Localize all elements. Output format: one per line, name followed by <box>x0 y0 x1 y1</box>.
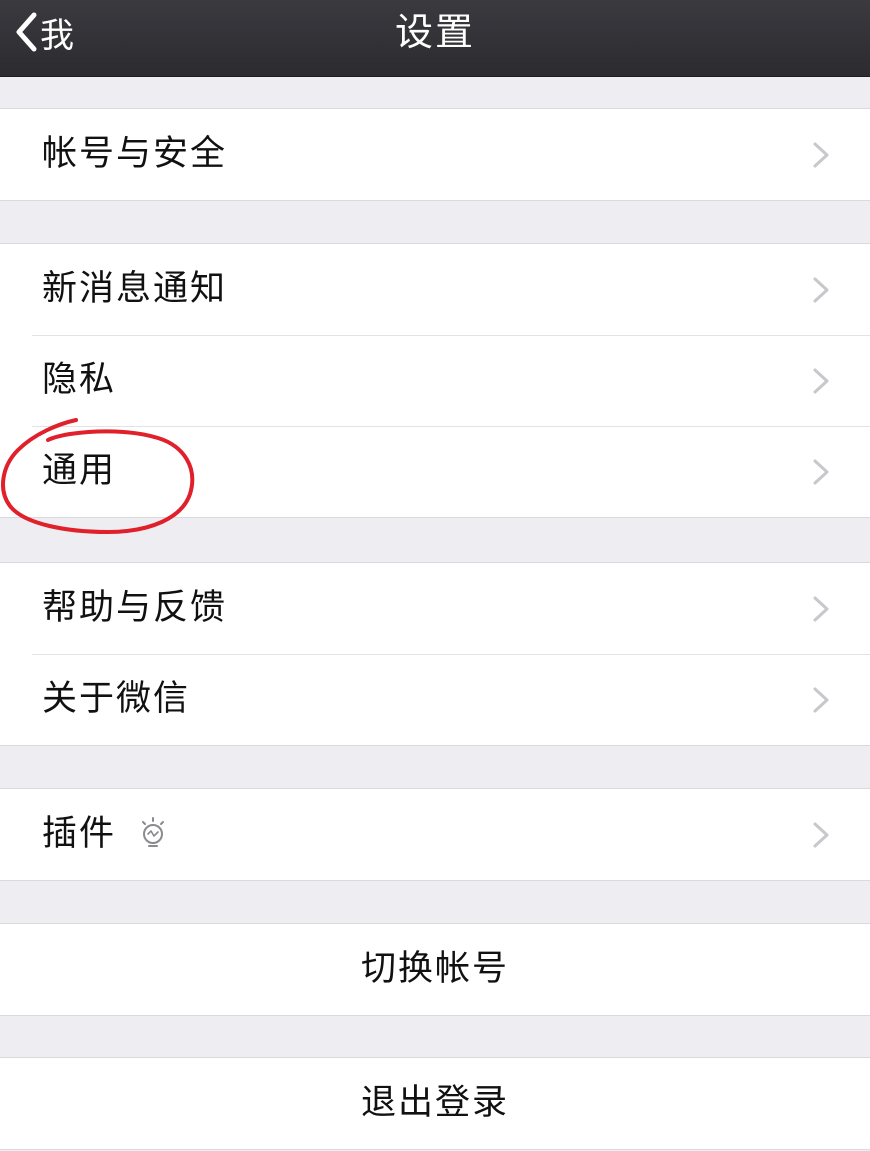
navigation-bar: 我 设置 <box>0 0 870 77</box>
chevron-right-icon <box>813 687 829 713</box>
settings-item-notifications[interactable]: 新消息通知 <box>0 244 870 335</box>
settings-item-label: 通用 <box>42 451 117 491</box>
settings-item-label: 帮助与反馈 <box>42 588 228 628</box>
settings-item-plugins[interactable]: 插件 <box>0 789 870 880</box>
back-button[interactable]: 我 <box>14 6 75 58</box>
chevron-right-icon <box>813 822 829 848</box>
chevron-right-icon <box>813 596 829 622</box>
settings-group-about: 帮助与反馈 关于微信 <box>0 562 870 746</box>
settings-item-privacy[interactable]: 隐私 <box>0 335 870 426</box>
chevron-right-icon <box>813 142 829 168</box>
logout-group: 退出登录 <box>0 1057 870 1150</box>
settings-item-label: 帐号与安全 <box>42 134 228 174</box>
settings-item-help-feedback[interactable]: 帮助与反馈 <box>0 563 870 654</box>
settings-group-preferences: 新消息通知 隐私 通用 <box>0 243 870 518</box>
settings-item-label: 新消息通知 <box>42 269 228 309</box>
switch-account-group: 切换帐号 <box>0 923 870 1016</box>
chevron-right-icon <box>813 368 829 394</box>
settings-item-label: 隐私 <box>42 360 117 400</box>
settings-item-account-security[interactable]: 帐号与安全 <box>0 109 870 200</box>
settings-item-general[interactable]: 通用 <box>0 426 870 517</box>
settings-group-plugins: 插件 <box>0 788 870 881</box>
settings-item-label: 关于微信 <box>42 679 191 719</box>
chevron-right-icon <box>813 459 829 485</box>
settings-item-label: 插件 <box>42 814 117 854</box>
back-button-label: 我 <box>40 15 75 56</box>
chevron-right-icon <box>813 277 829 303</box>
settings-item-about-wechat[interactable]: 关于微信 <box>0 654 870 745</box>
settings-screen: 我 设置 帐号与安全 新消息通知 隐私 通用 帮助与反馈 关于微信 插件 切换帐… <box>0 0 870 1151</box>
settings-group-account: 帐号与安全 <box>0 108 870 201</box>
lightbulb-icon <box>142 817 164 847</box>
switch-account-button[interactable]: 切换帐号 <box>0 924 870 1015</box>
page-title: 设置 <box>394 10 475 54</box>
logout-button[interactable]: 退出登录 <box>0 1058 870 1149</box>
chevron-left-icon <box>16 12 37 52</box>
